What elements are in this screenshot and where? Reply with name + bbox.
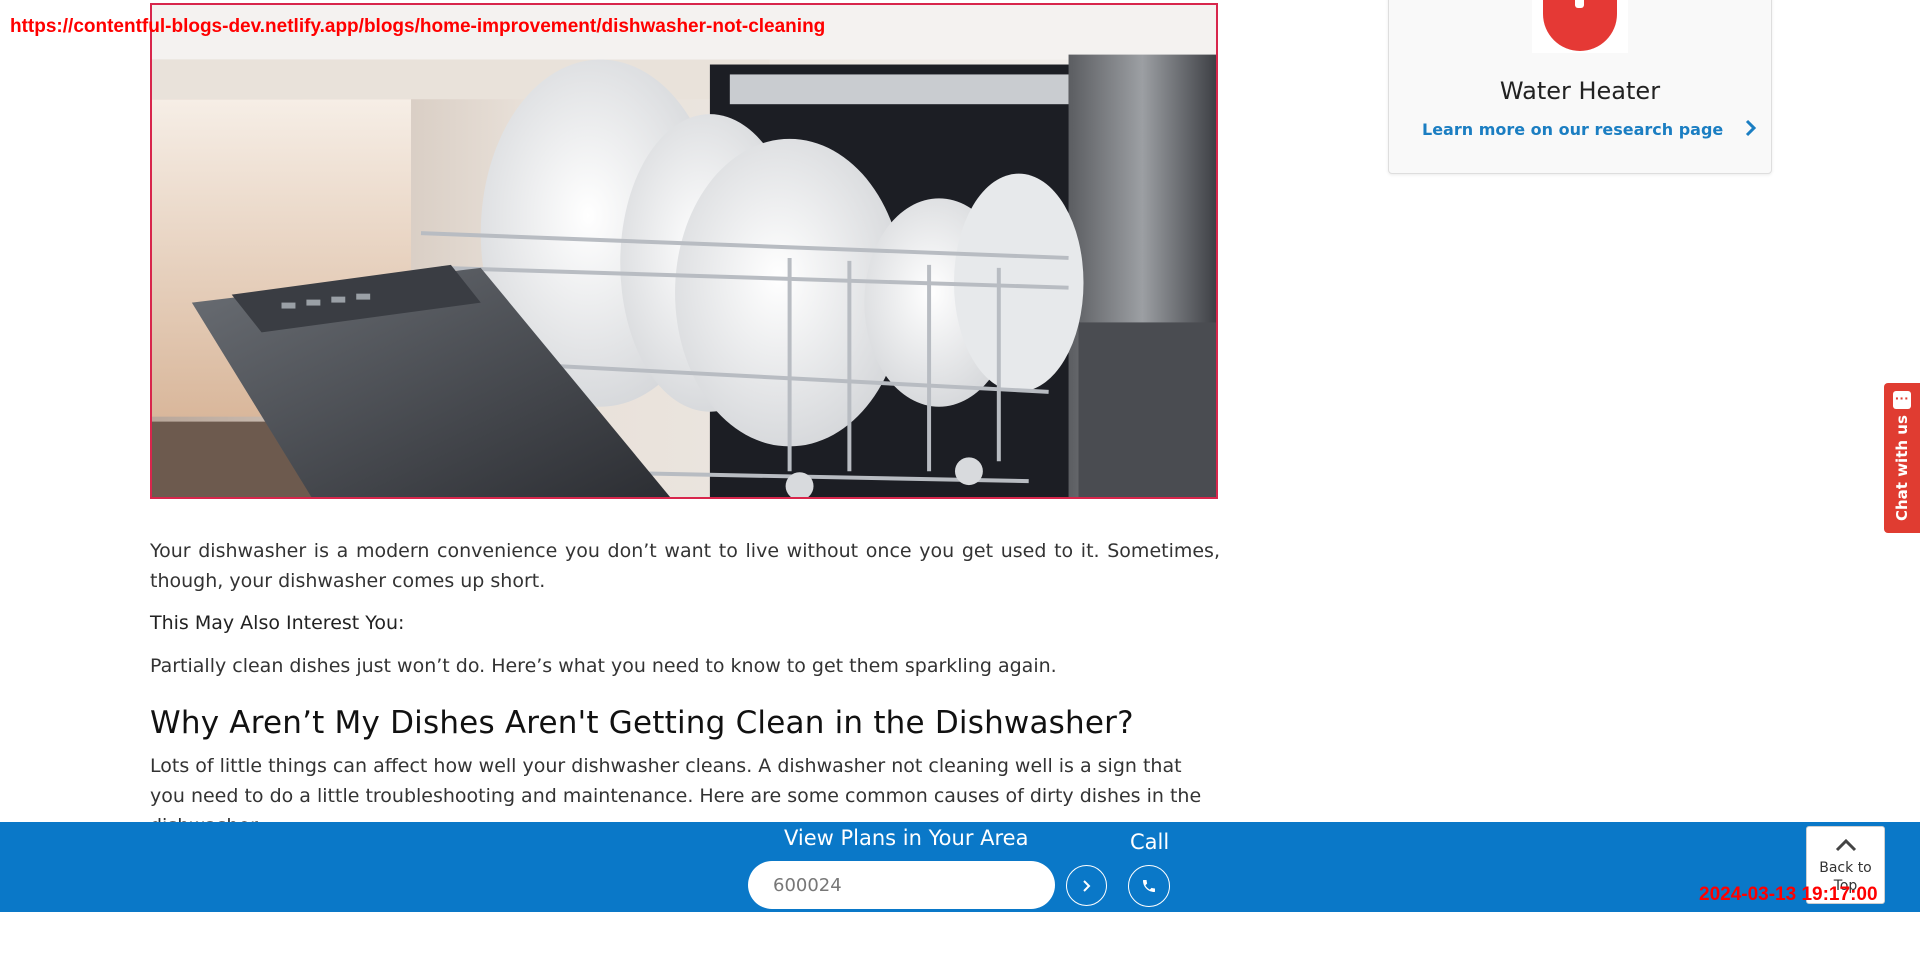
zip-submit-button[interactable] [1066, 865, 1107, 906]
water-heater-icon-wrap [1532, 0, 1628, 53]
water-heater-icon [1543, 0, 1617, 51]
call-button[interactable] [1128, 865, 1170, 907]
plans-title: View Plans in Your Area [784, 826, 1029, 850]
interest-label: This May Also Interest You: [150, 612, 405, 634]
water-heater-card: Water Heater Learn more on our research … [1388, 0, 1772, 174]
chat-label: Chat with us [1893, 415, 1911, 521]
chat-with-us-tab[interactable]: ··· Chat with us [1884, 383, 1920, 533]
research-link-label[interactable]: Learn more on our research page [1422, 120, 1723, 139]
zip-code-input[interactable] [748, 861, 1055, 909]
section-heading: Why Aren’t My Dishes Aren't Getting Clea… [150, 705, 1134, 741]
dishwasher-hero-image [150, 3, 1218, 499]
phone-icon [1143, 880, 1155, 892]
call-label: Call [1130, 830, 1170, 854]
url-overlay: https://contentful-blogs-dev.netlify.app… [10, 16, 826, 37]
intro-paragraph: Your dishwasher is a modern convenience … [150, 540, 1220, 592]
timestamp-overlay: 2024-03-13 19:17:00 [1699, 884, 1878, 905]
research-page-link[interactable]: Learn more on our research page [1422, 119, 1757, 139]
article-body: Your dishwasher is a modern convenience … [150, 536, 1220, 841]
chevron-right-icon [1745, 119, 1757, 139]
chat-bubble-icon: ··· [1893, 391, 1911, 409]
bottom-cta-bar: View Plans in Your Area Call [0, 822, 1920, 912]
chevron-right-icon [1082, 879, 1090, 892]
card-title: Water Heater [1499, 77, 1661, 105]
chevron-up-icon [1807, 837, 1884, 857]
second-paragraph: Partially clean dishes just won’t do. He… [150, 655, 1057, 677]
dishwasher-photo-icon [152, 5, 1216, 497]
